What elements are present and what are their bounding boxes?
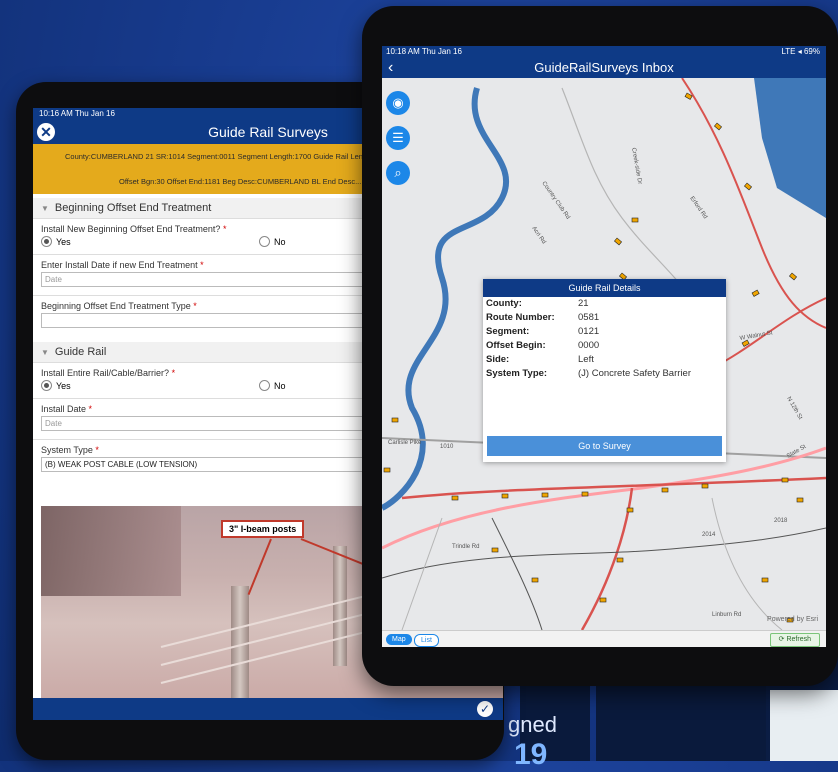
radio-no[interactable]: No [259, 236, 286, 247]
title-bar: ‹ GuideRailSurveys Inbox [382, 58, 826, 78]
refresh-icon: ⟳ [778, 636, 785, 643]
tab-list[interactable]: List [414, 634, 439, 647]
status-time: 10:18 AM Thu Jan 16 [386, 47, 462, 56]
bottom-toolbar: Map List ⟳ Refresh [382, 630, 826, 647]
radio-label: No [274, 236, 286, 247]
checkmark-icon: ✓ [479, 702, 491, 716]
radio-no[interactable]: No [259, 380, 286, 391]
search-icon: ⌕ [394, 165, 402, 180]
tablet-right: 10:18 AM Thu Jan 16 LTE ◂ 69% ‹ GuideRai… [362, 6, 838, 686]
map-label: 2018 [774, 518, 788, 524]
map-label: Linburn Rd [712, 612, 741, 618]
photo-callout: 3" I-beam posts [221, 520, 305, 538]
back-button[interactable]: ‹ [388, 58, 393, 78]
layers-button[interactable]: ☰ [386, 126, 410, 150]
detail-row: Route Number: 0581 [486, 312, 600, 323]
go-to-survey-button[interactable]: Go to Survey [487, 436, 722, 456]
refresh-button[interactable]: ⟳ Refresh [769, 633, 820, 647]
photo-trees [41, 506, 181, 596]
detail-row: Side: Left [486, 354, 594, 365]
close-icon: ✕ [40, 124, 52, 140]
detail-row: County: 21 [486, 298, 589, 309]
radio-selected-icon [41, 236, 52, 247]
radio-label: Yes [56, 236, 71, 247]
radio-yes[interactable]: Yes [41, 236, 71, 247]
map-label: 2014 [702, 532, 716, 538]
inbox-map-screen: 10:18 AM Thu Jan 16 LTE ◂ 69% ‹ GuideRai… [382, 46, 826, 647]
background-number: 19 [514, 738, 548, 771]
section-title: Guide Rail [54, 346, 107, 358]
radio-yes[interactable]: Yes [41, 380, 71, 391]
locate-button[interactable]: ◉ [386, 91, 410, 115]
detail-row: Segment: 0121 [486, 326, 600, 337]
photo-post [333, 546, 347, 666]
background-tile [596, 684, 766, 761]
list-icon: ☰ [392, 130, 404, 145]
radio-label: No [274, 380, 286, 391]
radio-unselected-icon [259, 380, 270, 391]
submit-button[interactable]: ✓ [477, 701, 493, 717]
map-label: 1010 [440, 444, 454, 450]
radio-selected-icon [41, 380, 52, 391]
page-title: Guide Rail Surveys [208, 124, 328, 140]
guide-rail-details-popup: Guide Rail Details County: 21 Route Numbe… [483, 279, 726, 462]
detail-row: System Type: (J) Concrete Safety Barrier [486, 368, 691, 379]
powered-by-label: Powered by Esri [767, 616, 818, 623]
page-title: GuideRailSurveys Inbox [534, 60, 674, 75]
collapse-triangle-icon: ▼ [41, 348, 49, 357]
tab-map[interactable]: Map [386, 634, 412, 645]
map-label: Trindle Rd [452, 544, 479, 550]
collapse-triangle-icon: ▼ [41, 204, 49, 213]
bottom-bar: ✓ [33, 698, 503, 720]
target-icon: ◉ [392, 95, 404, 110]
callout-arrow [247, 538, 272, 596]
section-title: Beginning Offset End Treatment [54, 202, 212, 214]
radio-unselected-icon [259, 236, 270, 247]
background-mini-map [770, 690, 838, 761]
status-bar: 10:18 AM Thu Jan 16 LTE ◂ 69% [382, 46, 826, 58]
search-button[interactable]: ⌕ [386, 161, 410, 185]
detail-row: Offset Begin: 0000 [486, 340, 600, 351]
background-label: gned [508, 712, 557, 737]
map-label: Carlisle Pike [388, 440, 422, 446]
radio-label: Yes [56, 380, 71, 391]
chevron-left-icon: ‹ [388, 59, 394, 76]
status-battery: LTE ◂ 69% [781, 47, 820, 56]
close-button[interactable]: ✕ [37, 123, 55, 141]
popup-header: Guide Rail Details [483, 279, 726, 297]
